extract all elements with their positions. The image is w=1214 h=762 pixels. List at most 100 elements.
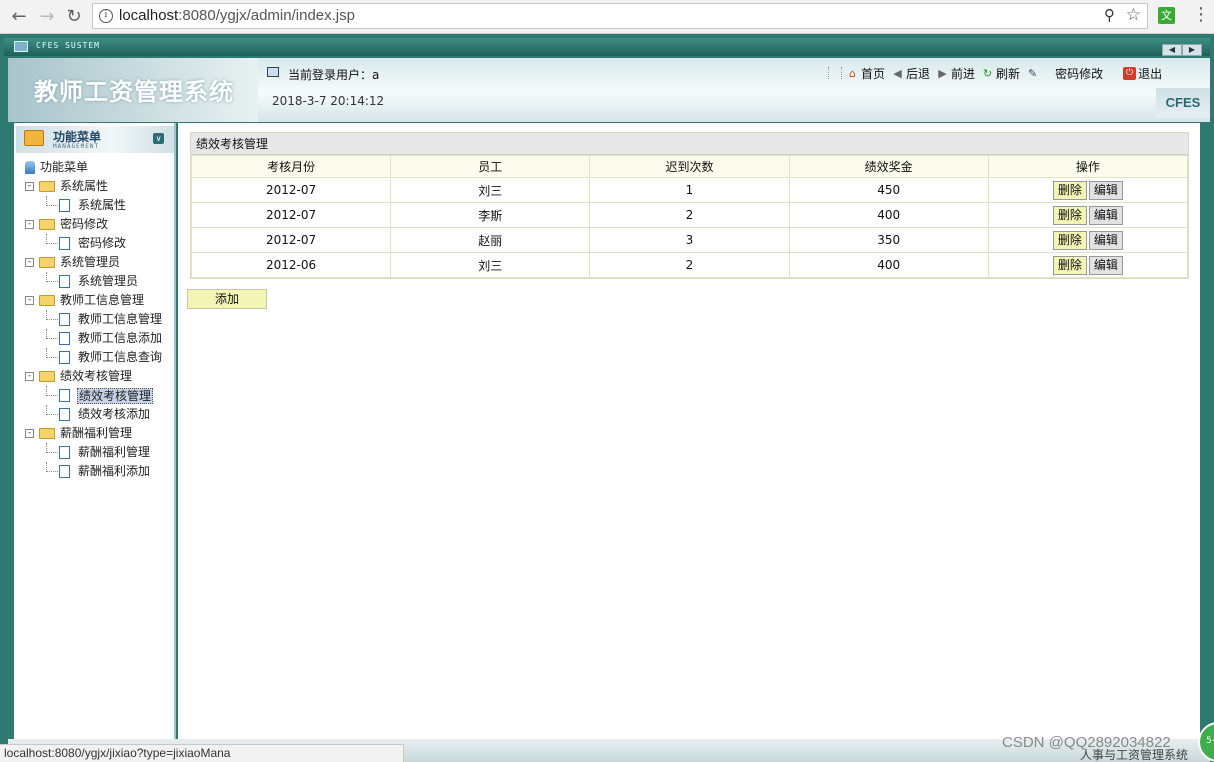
collapse-toggle-icon[interactable]: - [25, 429, 34, 438]
address-bar[interactable]: i localhost:8080/ygjx/admin/index.jsp ⚲ … [92, 3, 1148, 29]
toolbar-divider [828, 67, 842, 79]
tree-item-teacher-manage[interactable]: 教师工信息管理 [24, 310, 174, 329]
cell-late: 1 [589, 177, 790, 203]
sidebar-header: 功能菜单 MANAGEMENT ∨ [16, 126, 174, 153]
tree-item-admin[interactable]: 系统管理员 [24, 272, 174, 291]
tree-item-salary-manage[interactable]: 薪酬福利管理 [24, 443, 174, 462]
collapse-toggle-icon[interactable]: - [25, 220, 34, 229]
refresh-icon: ↻ [982, 66, 993, 80]
tree-root[interactable]: 功能菜单 [24, 158, 174, 177]
col-bonus: 绩效奖金 [788, 155, 989, 178]
edit-button[interactable]: 编辑 [1088, 255, 1123, 275]
tree-line [46, 405, 58, 415]
user-window-icon [267, 67, 279, 77]
edit-button[interactable]: 编辑 [1088, 205, 1123, 225]
forward-arrow-icon[interactable]: → [36, 6, 58, 28]
table-header-row: 考核月份 员工 迟到次数 绩效奖金 操作 [190, 155, 1189, 178]
back-button[interactable]: ◀ 后退 [891, 65, 930, 82]
reload-icon[interactable]: ↻ [63, 6, 85, 28]
key-icon[interactable]: ⚲ [1104, 6, 1115, 24]
cell-late: 2 [589, 202, 790, 228]
collapse-toggle-icon[interactable]: - [25, 296, 34, 305]
delete-button[interactable]: 删除 [1052, 230, 1087, 250]
cell-actions: 删除 编辑 [987, 227, 1189, 253]
tree-item-teacher-add[interactable]: 教师工信息添加 [24, 329, 174, 348]
browser-toolbar: ← → ↻ i localhost:8080/ygjx/admin/index.… [0, 0, 1214, 34]
tree-line [46, 310, 58, 320]
table-row: 2012-07 刘三 1 450 删除 编辑 [190, 177, 1189, 203]
add-button[interactable]: 添加 [187, 289, 267, 309]
delete-button[interactable]: 删除 [1052, 205, 1087, 225]
cell-bonus: 350 [788, 227, 989, 253]
translate-extension-icon[interactable]: 文 [1158, 7, 1175, 24]
logout-button[interactable]: ⏻ 退出 [1123, 65, 1162, 82]
tree-group-salary[interactable]: - 薪酬福利管理 [24, 424, 174, 443]
address-url[interactable]: localhost:8080/ygjx/admin/index.jsp [119, 7, 355, 24]
collapse-icon[interactable]: ∨ [153, 133, 164, 144]
document-icon [59, 332, 70, 345]
tree-group-system-attrs[interactable]: - 系统属性 [24, 177, 174, 196]
pencil-icon: ✎ [1027, 66, 1038, 80]
tree-line [46, 443, 58, 453]
current-user: 当前登录用户：a [288, 68, 380, 82]
app-frame: CFES SUSTEM ◀ ▶ 教师工资管理系统 当前登录用户：a 2018-3-… [0, 34, 1214, 762]
tree-item-teacher-query[interactable]: 教师工信息查询 [24, 348, 174, 367]
info-icon[interactable]: i [99, 9, 113, 23]
forward-icon: ▶ [938, 66, 947, 80]
cell-actions: 删除 编辑 [987, 202, 1189, 228]
tree-line [46, 234, 58, 244]
menu-folder-icon [24, 130, 44, 146]
home-button[interactable]: ⌂ 首页 [846, 65, 885, 82]
table-row: 2012-07 赵丽 3 350 删除 编辑 [190, 227, 1189, 253]
tree-item-password[interactable]: 密码修改 [24, 234, 174, 253]
collapse-toggle-icon[interactable]: - [25, 372, 34, 381]
monitor-icon [14, 41, 28, 52]
tree-group-performance[interactable]: - 绩效考核管理 [24, 367, 174, 386]
edit-button[interactable]: 编辑 [1088, 230, 1123, 250]
app-header: 教师工资管理系统 当前登录用户：a 2018-3-7 20:14:12 ⌂ 首页 … [8, 58, 1210, 122]
tree-group-password[interactable]: - 密码修改 [24, 215, 174, 234]
folder-open-icon [39, 428, 55, 439]
titlebar-arrows: ◀ ▶ [1162, 41, 1202, 56]
app-title: 教师工资管理系统 [34, 78, 234, 106]
tree-item-performance-manage[interactable]: 绩效考核管理 [24, 386, 174, 405]
delete-button[interactable]: 删除 [1052, 180, 1087, 200]
cell-month: 2012-07 [190, 202, 392, 228]
cell-month: 2012-07 [190, 227, 392, 253]
scroll-left-icon[interactable]: ◀ [1162, 44, 1182, 56]
cell-employee: 李斯 [390, 202, 591, 228]
header-toolbar: ⌂ 首页 ◀ 后退 ▶ 前进 ↻ 刷新 ✎ 密码修改 ⏻ 退出 [828, 64, 1168, 82]
delete-button[interactable]: 删除 [1052, 255, 1087, 275]
bookmark-star-icon[interactable]: ☆ [1126, 5, 1141, 25]
col-late: 迟到次数 [589, 155, 790, 178]
back-arrow-icon[interactable]: ← [8, 6, 30, 28]
tree-item-system-attrs[interactable]: 系统属性 [24, 196, 174, 215]
main-content: 绩效考核管理 考核月份 员工 迟到次数 绩效奖金 操作 2012-07 刘三 1… [178, 123, 1200, 739]
edit-button[interactable]: 编辑 [1088, 180, 1123, 200]
folder-open-icon [39, 219, 55, 230]
document-icon [59, 313, 70, 326]
system-name: CFES SUSTEM [36, 41, 100, 50]
folder-open-icon [39, 295, 55, 306]
scroll-right-icon[interactable]: ▶ [1182, 44, 1202, 56]
col-month: 考核月份 [190, 155, 392, 178]
document-icon [59, 237, 70, 250]
tree-group-teacher-info[interactable]: - 教师工信息管理 [24, 291, 174, 310]
tree-item-performance-add[interactable]: 绩效考核添加 [24, 405, 174, 424]
password-button[interactable]: ✎ 密码修改 [1026, 65, 1103, 82]
document-icon [59, 351, 70, 364]
tree-item-salary-add[interactable]: 薪酬福利添加 [24, 462, 174, 481]
refresh-button[interactable]: ↻ 刷新 [981, 65, 1020, 82]
cell-employee: 赵丽 [390, 227, 591, 253]
browser-menu-icon[interactable]: ⋮ [1192, 5, 1210, 25]
tree-line [46, 462, 58, 472]
tree-line [46, 329, 58, 339]
document-icon [59, 275, 70, 288]
tree-group-admin[interactable]: - 系统管理员 [24, 253, 174, 272]
document-icon [59, 446, 70, 459]
cell-bonus: 400 [788, 202, 989, 228]
collapse-toggle-icon[interactable]: - [25, 182, 34, 191]
collapse-toggle-icon[interactable]: - [25, 258, 34, 267]
browser-status-url: localhost:8080/ygjx/jixiao?type=jixiaoMa… [0, 744, 404, 762]
forward-button[interactable]: ▶ 前进 [936, 65, 975, 82]
